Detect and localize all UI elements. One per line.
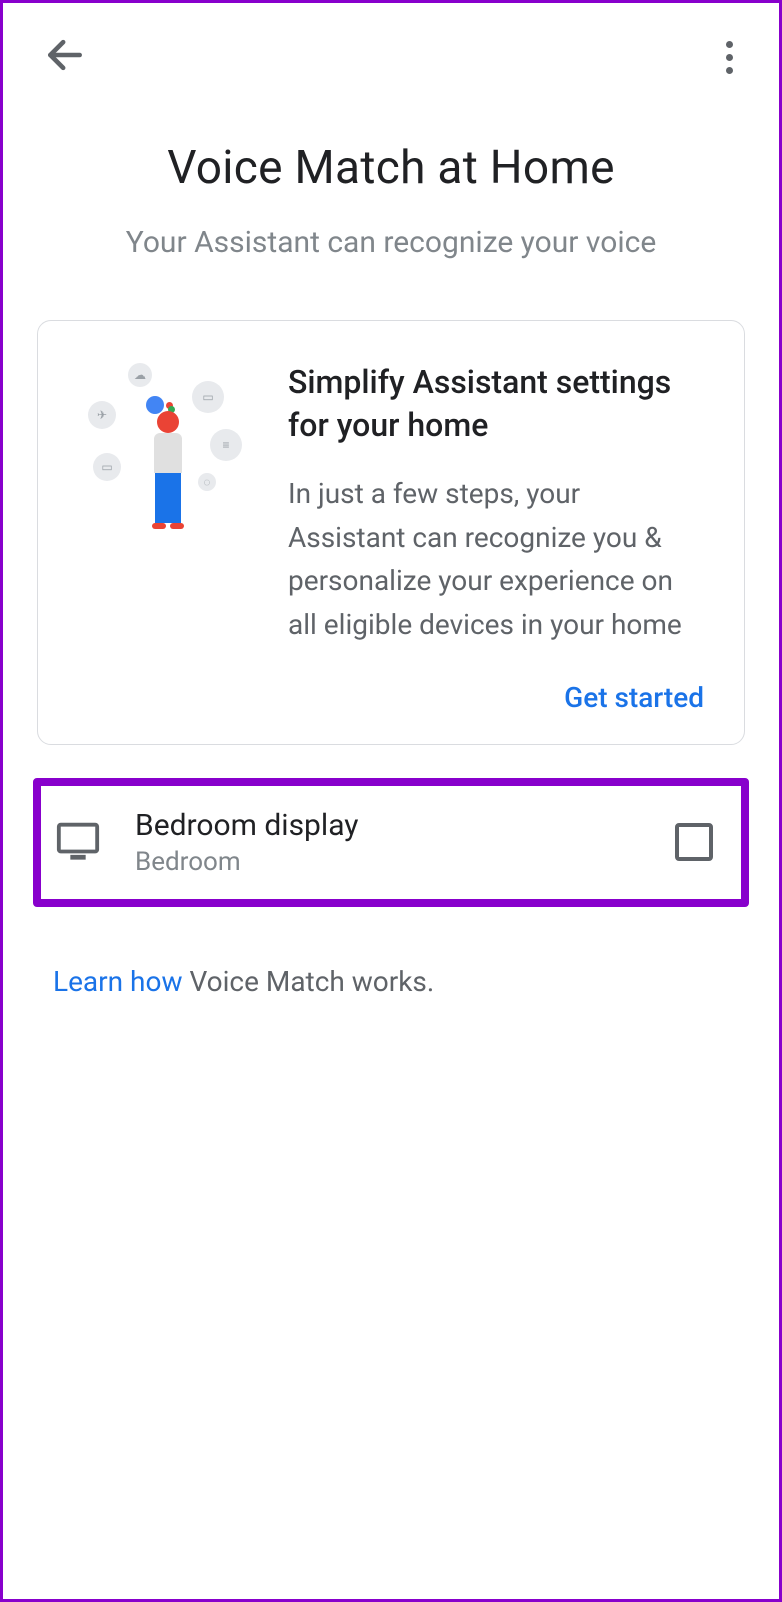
back-icon[interactable] <box>43 33 87 81</box>
learn-rest: Voice Match works. <box>183 965 435 998</box>
device-name: Bedroom display <box>135 808 641 843</box>
learn-how-link[interactable]: Learn how <box>53 965 183 998</box>
illustration-image: ☁ ▭ ✈ ≡ ▭ ◌ <box>78 361 248 541</box>
display-icon <box>55 820 101 864</box>
device-checkbox[interactable] <box>675 823 713 861</box>
get-started-button[interactable]: Get started <box>564 681 704 714</box>
promo-card: ☁ ▭ ✈ ≡ ▭ ◌ Simplify As <box>37 320 745 745</box>
device-list-item[interactable]: Bedroom display Bedroom <box>33 778 749 907</box>
card-description: In just a few steps, your Assistant can … <box>288 472 704 646</box>
app-header <box>3 3 779 101</box>
card-title: Simplify Assistant settings for your hom… <box>288 361 704 447</box>
page-title: Voice Match at Home <box>33 141 749 195</box>
more-vert-icon[interactable] <box>720 41 739 74</box>
page-subtitle: Your Assistant can recognize your voice <box>33 225 749 260</box>
learn-text: Learn how Voice Match works. <box>53 965 729 998</box>
device-room: Bedroom <box>135 847 641 877</box>
